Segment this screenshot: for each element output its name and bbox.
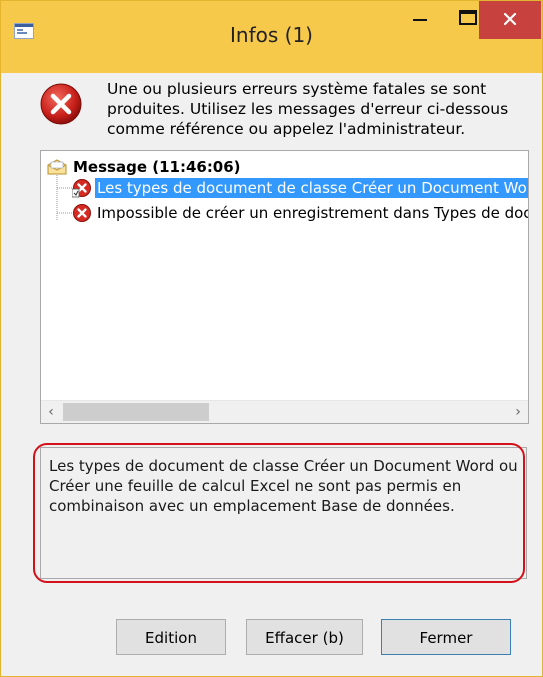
error-icon bbox=[40, 83, 82, 125]
tree-item-label: Les types de document de classe Créer un… bbox=[95, 178, 528, 198]
scrollbar-thumb[interactable] bbox=[63, 403, 209, 421]
tree-root-message[interactable]: Message (11:46:06) bbox=[47, 157, 241, 177]
title-bar[interactable]: Infos (1) bbox=[1, 1, 542, 73]
tree-item-error-1[interactable]: Les types de document de classe Créer un… bbox=[72, 177, 528, 199]
error-icon bbox=[72, 179, 91, 198]
dialog-content: Une ou plusieurs erreurs système fatales… bbox=[7, 73, 536, 669]
envelope-icon bbox=[47, 159, 67, 175]
clear-button[interactable]: Effacer (b) bbox=[246, 619, 363, 655]
error-intro-text: Une ou plusieurs erreurs système fatales… bbox=[107, 80, 509, 138]
tree-item-label: Impossible de créer un enregistrement da… bbox=[97, 204, 528, 222]
close-button[interactable]: Fermer bbox=[381, 619, 511, 655]
scroll-right-icon[interactable]: › bbox=[508, 401, 528, 423]
infolog-window: Infos (1) Une ou plusieurs erreurs systè… bbox=[0, 0, 543, 677]
minimize-icon[interactable] bbox=[400, 1, 446, 39]
message-tree[interactable]: Message (11:46:06) Les types de document… bbox=[40, 150, 529, 424]
error-icon bbox=[73, 204, 91, 222]
horizontal-scrollbar[interactable]: ‹ › bbox=[41, 400, 528, 423]
message-detail-text: Les types de document de classe Créer un… bbox=[40, 447, 527, 579]
close-icon[interactable] bbox=[479, 1, 541, 39]
tree-root-label: Message (11:46:06) bbox=[73, 158, 241, 176]
scroll-left-icon[interactable]: ‹ bbox=[41, 401, 61, 423]
tree-item-error-2[interactable]: Impossible de créer un enregistrement da… bbox=[72, 202, 528, 224]
edit-button[interactable]: Edition bbox=[116, 619, 226, 655]
